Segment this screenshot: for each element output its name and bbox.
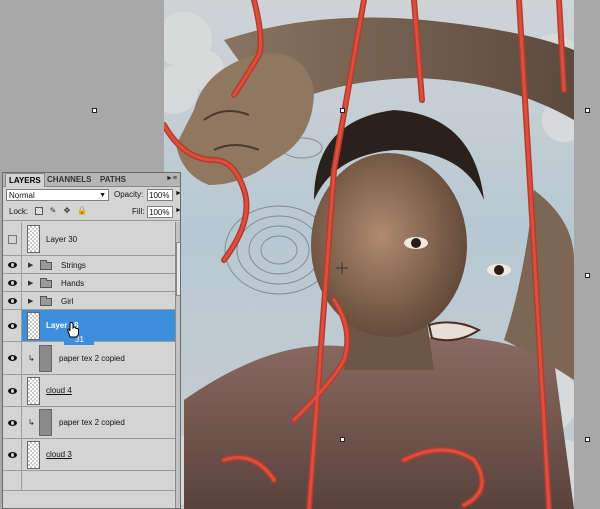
visibility-toggle[interactable]	[3, 310, 22, 341]
eye-icon	[8, 262, 17, 268]
layer-name: cloud 4	[46, 386, 72, 395]
transform-handle-right[interactable]	[585, 273, 590, 278]
visibility-toggle[interactable]	[3, 407, 22, 438]
transform-handle-bottom[interactable]	[340, 437, 345, 442]
tab-paths[interactable]: PATHS	[97, 173, 129, 186]
transform-handle-top-left[interactable]	[92, 108, 97, 113]
visibility-toggle[interactable]	[3, 292, 22, 309]
eye-icon	[8, 388, 17, 394]
layer-thumbnail	[39, 409, 52, 436]
visibility-toggle[interactable]	[3, 274, 22, 291]
expand-triangle-icon[interactable]: ▶	[28, 261, 33, 269]
tab-layers[interactable]: LAYERS	[5, 173, 45, 187]
fill-slider-arrow-icon[interactable]: ►	[175, 207, 180, 214]
group-name: Girl	[61, 297, 74, 306]
opacity-slider-arrow-icon[interactable]: ►	[175, 190, 180, 197]
panel-menu-icon[interactable]: ►≡	[166, 175, 177, 182]
grab-hand-cursor-icon	[67, 322, 79, 338]
folder-icon	[40, 296, 52, 306]
expand-triangle-icon[interactable]: ▶	[28, 279, 33, 287]
layer-thumbnail	[27, 225, 40, 253]
layer-row[interactable]: cloud 3	[3, 439, 175, 471]
fill-input[interactable]: 100%	[147, 206, 173, 218]
folder-icon	[40, 260, 52, 270]
layer-thumbnail	[27, 312, 40, 340]
transform-handle-bottom-right[interactable]	[585, 437, 590, 442]
layer-row[interactable]	[3, 471, 175, 491]
transform-handle-top-right[interactable]	[585, 108, 590, 113]
transform-handle-top[interactable]	[340, 108, 345, 113]
layer-group-row[interactable]: ▶ Strings	[3, 256, 175, 274]
visibility-toggle[interactable]	[3, 222, 22, 255]
expand-triangle-icon[interactable]: ▶	[28, 297, 33, 305]
blend-mode-value: Normal	[9, 191, 35, 200]
layer-group-row[interactable]: ▶ Girl	[3, 292, 175, 310]
layer-group-row[interactable]: ▶ Hands	[3, 274, 175, 292]
panel-tab-bar: LAYERS CHANNELS PATHS ►≡	[3, 173, 180, 187]
opacity-input[interactable]: 100%	[147, 189, 173, 201]
eye-icon	[8, 355, 17, 361]
folder-icon	[40, 278, 52, 288]
layer-thumbnail	[27, 377, 40, 405]
visibility-toggle[interactable]	[3, 471, 22, 490]
visibility-toggle[interactable]	[3, 375, 22, 406]
artwork-canvas[interactable]	[164, 0, 574, 509]
visibility-off-icon	[8, 235, 17, 244]
blend-mode-select[interactable]: Normal ▼	[6, 189, 109, 201]
lock-all-icon[interactable]: 🔒	[77, 207, 87, 215]
lock-label: Lock:	[9, 207, 29, 216]
layer-row[interactable]: ↳ paper tex 2 copied	[3, 407, 175, 439]
eye-icon	[8, 280, 17, 286]
group-name: Hands	[61, 279, 85, 288]
layer-row[interactable]: cloud 4	[3, 375, 175, 407]
layer-row[interactable]: ↳ paper tex 2 copied	[3, 342, 175, 375]
lock-position-icon[interactable]: ✥	[63, 207, 71, 215]
eye-icon	[8, 420, 17, 426]
layer-name: paper tex 2 copied	[59, 354, 125, 363]
layer-thumbnail	[39, 345, 52, 372]
eye-icon	[8, 298, 17, 304]
opacity-label: Opacity:	[114, 190, 144, 199]
layers-list: Layer 30 ▶ Strings ▶ Hands ▶ Girl Layer …	[3, 222, 175, 508]
eye-icon	[8, 452, 17, 458]
eye-icon	[8, 323, 17, 329]
visibility-toggle[interactable]	[3, 342, 22, 374]
layer-thumbnail	[27, 441, 40, 469]
lock-pixels-icon[interactable]: ✎	[49, 207, 57, 215]
tab-channels[interactable]: CHANNELS	[44, 173, 94, 186]
layer-name: cloud 3	[46, 450, 72, 459]
layer-row[interactable]: Layer 30	[3, 222, 175, 256]
blend-options-row: Normal ▼ Opacity: 100% ►	[3, 187, 180, 203]
visibility-toggle[interactable]	[3, 256, 22, 273]
lock-options-row: Lock: ✎ ✥ 🔒 Fill: 100% ►	[3, 203, 180, 221]
layer-name: paper tex 2 copied	[59, 418, 125, 427]
clipping-mask-icon: ↳	[28, 354, 35, 363]
group-name: Strings	[61, 261, 86, 270]
dropdown-arrow-icon: ▼	[99, 192, 106, 199]
lock-transparency-icon[interactable]	[35, 207, 43, 215]
scrollbar-thumb[interactable]	[176, 242, 180, 296]
clipping-mask-icon: ↳	[28, 418, 35, 427]
layers-scrollbar[interactable]	[175, 222, 180, 508]
layer-name: Layer 30	[46, 235, 78, 244]
fill-label: Fill:	[132, 207, 145, 216]
visibility-toggle[interactable]	[3, 439, 22, 470]
artwork-illustration	[164, 0, 574, 509]
